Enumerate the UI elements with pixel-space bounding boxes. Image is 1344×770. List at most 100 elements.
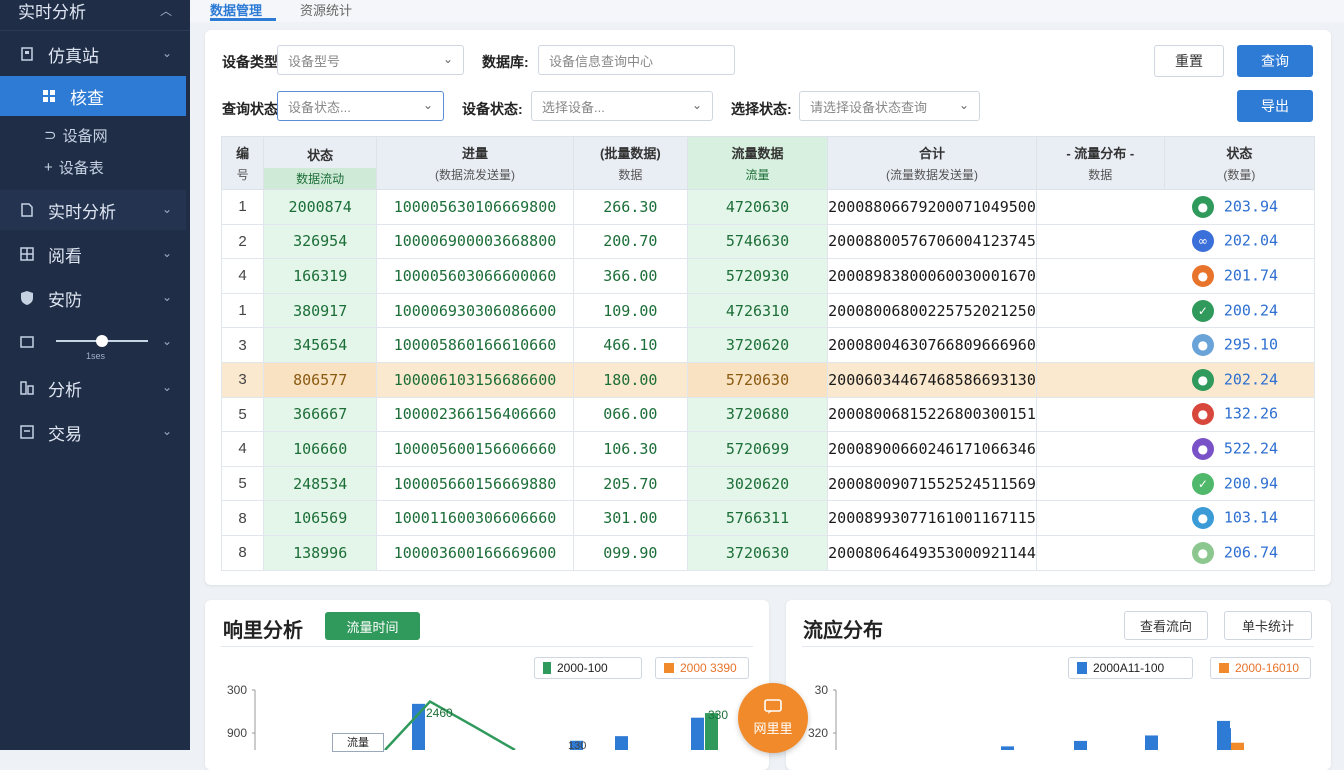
panel-title: 响里分析 [223,620,303,642]
cell-status: 326954 [263,223,378,260]
cell-total: 20008993077161001167115 [827,500,1037,536]
tab-data-management[interactable]: 数据管理 [210,0,276,21]
sidebar-item-security[interactable]: 安防 ⌄ [0,278,186,318]
cell-status: 806577 [263,361,378,398]
table-row[interactable]: 8 138996 100003600166669600 099.90 3720630 20… [220,534,1316,571]
legend-label: 2000A11-100 [1093,661,1165,675]
traffic-time-tag[interactable]: 流量时间 [325,612,420,640]
filter-label-database: 数据库: [482,54,529,70]
bar [1217,720,1230,750]
table-row[interactable]: 3 806577 100006103156686600 180.00 5720630 20… [220,361,1316,398]
column-header-batch[interactable]: (批量数据) 数据 [572,136,688,190]
app-icon[interactable]: ● [1191,264,1214,287]
card-stats-button[interactable]: 单卡统计 [1224,611,1312,640]
cell-status: 2000874 [263,189,378,225]
sidebar-item-analysis[interactable]: 分析 ⌄ [0,368,186,408]
column-header-state[interactable]: 状态 (数量) [1163,136,1316,190]
divider [802,646,1314,647]
column-header-inflow[interactable]: 进量 (数据流发送量) [376,136,574,190]
cell-rate: ● 295.10 [1035,327,1316,363]
cell-index: 4 [220,258,265,294]
tab-resource-stats[interactable]: 资源统计 [300,0,366,18]
app-icon[interactable]: ● [1191,437,1214,460]
app-icon[interactable]: ● [1191,507,1214,530]
column-header-index[interactable]: 编号 [220,136,265,190]
table-row[interactable]: 1 2000874 100005630106669800 266.30 4720630 2… [220,189,1316,225]
cell-flow: 3720620 [686,327,829,363]
check-icon[interactable]: ✓ [1191,299,1214,322]
chevron-down-icon: ⌄ [161,424,172,438]
fab-label: 网里里 [753,721,793,736]
infinity-icon[interactable]: ∞ [1191,230,1214,253]
sidebar-subitem-label: 设备网 [62,127,108,145]
cell-total: 20008800576706004123745 [827,223,1037,260]
sidebar-item-realtime[interactable]: 实时分析 ⌄ [0,190,186,230]
device-type-select[interactable]: 设备型号 ⌄ [277,45,464,75]
shield-icon [18,289,36,307]
bar [1001,746,1014,750]
legend-series-1[interactable]: 2000-100 [534,657,642,679]
sidebar-item-station[interactable]: 仿真站 ⌄ [0,34,186,74]
rate-value: 201.74 [1223,266,1279,285]
floating-message-button[interactable]: 网里里 [738,683,808,753]
sidebar-subitem-network[interactable]: ⊃ 设备网 [0,120,186,150]
database-input[interactable]: 设备信息查询中心 [538,45,735,75]
check-icon[interactable]: ✓ [1191,472,1214,495]
cell-index: 8 [220,500,265,536]
arrow-icon: ⊃ [44,127,57,144]
sidebar-subitem-table[interactable]: + 设备表 [0,152,186,182]
rate-value: 295.10 [1223,335,1279,354]
table-row[interactable]: 4 106660 100005600156606660 106.30 5720699 20… [220,431,1316,467]
query-status-select[interactable]: 设备状态... ⌄ [277,91,444,121]
export-button[interactable]: 导出 [1237,90,1313,122]
legend-swatch [1219,663,1229,673]
cell-inflow: 100003600166669600 [376,534,574,571]
cell-flow: 3020620 [686,465,829,502]
view-flow-button[interactable]: 查看流向 [1124,611,1208,640]
chrome-icon[interactable]: ● [1191,403,1214,426]
legend-series-2[interactable]: 2000-16010 [1210,657,1311,679]
table-row[interactable]: 5 248534 100005660156669880 205.70 3020620 20… [220,465,1316,502]
sidebar-item-trade[interactable]: 交易 ⌄ [0,412,186,452]
column-header-flow[interactable]: 流量数据 流量 [686,136,829,190]
cell-batch: 266.30 [572,189,688,225]
chart-annotation: 流量 [332,733,384,752]
app-icon[interactable]: ● [1191,368,1214,391]
legend-series-2[interactable]: 2000 3390 [655,657,749,679]
select-status-select[interactable]: 请选择设备状态查询 ⌄ [799,91,980,121]
bar [1231,742,1244,750]
zoom-slider-handle[interactable] [96,335,108,347]
chevron-down-icon: ⌄ [422,98,433,112]
legend-swatch [543,662,551,674]
legend-series-1[interactable]: 2000A11-100 [1068,657,1193,679]
cell-status: 106569 [263,500,378,536]
divider [0,30,190,31]
table-row[interactable]: 4 166319 100005603066600060 366.00 5720930 20… [220,258,1316,294]
chevron-icon: ⌄ [161,46,172,60]
sidebar-item-realtime-top[interactable]: 实时分析 ︿ [0,0,186,30]
table-row[interactable]: 8 106569 100011600306606660 301.00 5766311 20… [220,500,1316,536]
sidebar-item-view[interactable]: 阅看 ⌄ [0,234,186,274]
column-header-distribution[interactable]: - 流量分布 - 数据 [1035,136,1165,190]
table-row[interactable]: 2 326954 100006900003668800 200.70 5746630 20… [220,223,1316,260]
cell-rate: ● 202.24 [1035,361,1316,398]
chat-icon[interactable]: ● [1191,195,1214,218]
reset-button[interactable]: 重置 [1154,45,1224,77]
sidebar-item-check[interactable]: 核查 [0,76,186,116]
music-icon[interactable]: ● [1191,334,1214,357]
table-row[interactable]: 5 366667 100002366156406660 066.00 3720680 20… [220,396,1316,433]
chevron-down-icon: ⌄ [442,52,453,66]
sidebar-item-label: 实时分析 [48,202,116,222]
table-row[interactable]: 1 380917 100006930306086600 109.00 4726310 20… [220,292,1316,329]
device-status-select[interactable]: 选择设备... ⌄ [531,91,713,121]
cell-total: 20008806679200071049500 [827,189,1037,225]
divider [221,646,753,647]
table-row[interactable]: 3 345654 100005860166610660 466.10 3720620 20… [220,327,1316,363]
column-header-status[interactable]: 状态 数据流动 [263,136,378,190]
search-button[interactable]: 查询 [1237,45,1313,77]
grid-icon [18,245,36,263]
tab-bar: 数据管理 资源统计 [190,0,1344,22]
column-header-total[interactable]: 合计 (流量数据发送量) [827,136,1037,190]
app-icon[interactable]: ● [1191,541,1214,564]
chevron-down-icon: ⌄ [161,246,172,260]
